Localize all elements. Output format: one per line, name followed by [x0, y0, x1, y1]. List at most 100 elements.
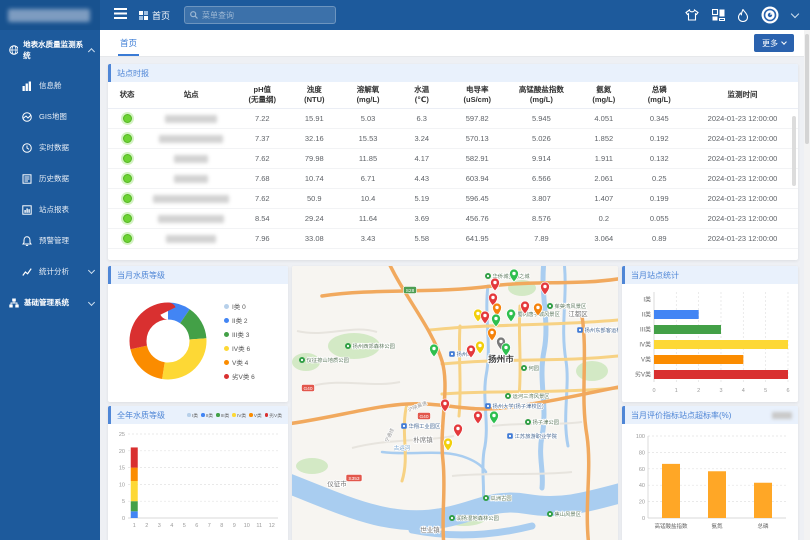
sidebar-item-0[interactable]: 信息舱: [0, 70, 100, 101]
column-header: 电导率(uS/cm): [448, 82, 507, 108]
bar-V类: [654, 355, 743, 364]
svg-text:何园: 何园: [529, 364, 540, 372]
legend-item[interactable]: II类: [201, 412, 213, 419]
page-scrollbar[interactable]: [804, 30, 810, 540]
svg-text:扬州大学(扬子津校区): 扬州大学(扬子津校区): [493, 402, 544, 410]
main-area: 首页 更多 站点时报 状态站点pH值(无量纲)浊度(NTU)溶解氧(mg/L)水…: [100, 30, 810, 540]
top-header: 首页: [0, 0, 810, 30]
legend-item[interactable]: V类: [249, 412, 262, 419]
sidebar-menu: 信息舱GIS地图实时数据历史数据站点报表预警管理统计分析: [0, 70, 100, 287]
hbar-chart: 0123456I类II类III类IV类V类劣V类: [626, 286, 794, 398]
column-header: 监测时间: [687, 82, 798, 108]
legend-item[interactable]: IV类 6: [224, 343, 255, 353]
sidebar-item-6[interactable]: 统计分析: [0, 256, 100, 287]
map-label: 古运河: [394, 444, 411, 452]
svg-text:仪征市: 仪征市: [327, 479, 347, 488]
avatar[interactable]: [761, 6, 779, 24]
sidebar-item-4[interactable]: 站点报表: [0, 194, 100, 225]
station-name-redacted: [159, 135, 223, 143]
theme-shirt-icon[interactable]: [685, 9, 699, 21]
bar-总磷: [754, 483, 772, 518]
column-header: 浊度(NTU): [288, 82, 340, 108]
table-scrollbar[interactable]: [792, 116, 796, 186]
legend-item[interactable]: V类 4: [224, 357, 255, 367]
status-dot-normal: [123, 114, 132, 123]
cell-value: 3.24: [396, 128, 448, 148]
svg-text:40: 40: [639, 483, 645, 489]
svg-text:10: 10: [244, 523, 250, 529]
more-button[interactable]: 更多: [754, 34, 794, 52]
gis-map[interactable]: G40G40S28S353 扬州市江都区仪征市朴席镇世业镇古运河沪陕高速宁通线扬…: [292, 266, 618, 540]
svg-text:25: 25: [119, 432, 125, 438]
annual-grade-panel: 全年水质等级 I类II类III类IV类V类劣V类 051015202512345…: [108, 406, 288, 540]
legend-item[interactable]: 劣V类: [265, 412, 282, 419]
station-name-redacted: [174, 155, 208, 163]
svg-text:20: 20: [639, 500, 645, 506]
table-row: 7.9633.083.435.58641.957.893.0640.892024…: [108, 228, 798, 248]
legend-item[interactable]: II类 2: [224, 315, 255, 325]
cell-value: 9.914: [507, 148, 576, 168]
svg-text:扬州西郊森林公园: 扬州西郊森林公园: [353, 342, 395, 350]
user-menu-chevron-down-icon[interactable]: [791, 9, 799, 17]
cell-value: 11.85: [340, 148, 395, 168]
redacted-link[interactable]: [772, 412, 792, 419]
report-icon: [22, 205, 32, 215]
svg-text:9: 9: [233, 523, 236, 529]
cell-value: 0.199: [632, 188, 687, 208]
station-report-header: 站点时报: [108, 64, 798, 82]
svg-text:5: 5: [122, 499, 125, 505]
cell-value: 3.807: [507, 188, 576, 208]
cell-value: 33.08: [288, 228, 340, 248]
hamburger-menu-icon[interactable]: [114, 6, 127, 24]
sidebar-item-5[interactable]: 预警管理: [0, 225, 100, 256]
sitemap-icon: [9, 298, 19, 308]
svg-text:华翔工业园区: 华翔工业园区: [409, 422, 441, 430]
legend-item[interactable]: III类 3: [224, 329, 255, 339]
svg-text:茱萸湾风景区: 茱萸湾风景区: [555, 302, 587, 310]
cell-value: 8.54: [236, 208, 288, 228]
road-shield: G40: [302, 385, 315, 393]
menu-search[interactable]: [184, 6, 336, 24]
page-scrollbar-thumb[interactable]: [805, 34, 809, 144]
cell-value: 0.345: [632, 108, 687, 128]
grid-icon: [139, 11, 148, 20]
road-shield: S28: [404, 287, 417, 295]
status-dot-normal: [123, 234, 132, 243]
map-canvas[interactable]: G40G40S28S353 扬州市江都区仪征市朴席镇世业镇古运河沪陕高速宁通线扬…: [292, 266, 618, 540]
svg-text:10: 10: [119, 482, 125, 488]
status-dot-normal: [123, 134, 132, 143]
more-label: 更多: [762, 38, 778, 49]
legend-item[interactable]: IV类: [232, 412, 246, 419]
header-actions: [685, 6, 810, 24]
svg-text:劣V类: 劣V类: [635, 371, 651, 379]
tab-home[interactable]: 首页: [118, 30, 139, 56]
flame-icon[interactable]: [738, 9, 748, 22]
map-label: 世业镇: [420, 525, 440, 534]
cell-value: 603.94: [448, 168, 507, 188]
legend-item[interactable]: I类: [187, 412, 198, 419]
sidebar-item-3[interactable]: 历史数据: [0, 163, 100, 194]
right-chart-column: 当月站点统计 0123456I类II类III类IV类V类劣V类 当月评价指标站点…: [622, 266, 798, 540]
legend-item[interactable]: I类 0: [224, 301, 255, 311]
svg-text:II类: II类: [642, 311, 651, 319]
svg-text:扬子津公园: 扬子津公园: [533, 418, 560, 426]
cell-value: 10.74: [288, 168, 340, 188]
sidebar-item-1[interactable]: GIS地图: [0, 101, 100, 132]
svg-text:4: 4: [742, 388, 745, 394]
road-shield: G40: [418, 413, 431, 421]
bar-高锰酸盐指数: [662, 464, 680, 518]
station-name-redacted: [174, 175, 208, 183]
layout-panels-icon[interactable]: [712, 9, 725, 21]
map-label: 扬州西郊森林公园: [345, 342, 395, 350]
sidebar-item-2[interactable]: 实时数据: [0, 132, 100, 163]
legend-item[interactable]: 劣V类 6: [224, 371, 255, 381]
sidebar-item-label: 统计分析: [39, 266, 69, 277]
breadcrumb-home[interactable]: 首页: [139, 9, 170, 22]
sidebar-item-base-system[interactable]: 基础管理系统: [0, 287, 100, 318]
sidebar-system-label: 地表水质量监测系统: [23, 39, 84, 61]
legend-item[interactable]: III类: [216, 412, 229, 419]
svg-text:7: 7: [208, 523, 211, 529]
sidebar-system-title[interactable]: 地表水质量监测系统: [0, 30, 100, 70]
cell-value: 0.192: [632, 128, 687, 148]
search-input[interactable]: [202, 11, 322, 20]
